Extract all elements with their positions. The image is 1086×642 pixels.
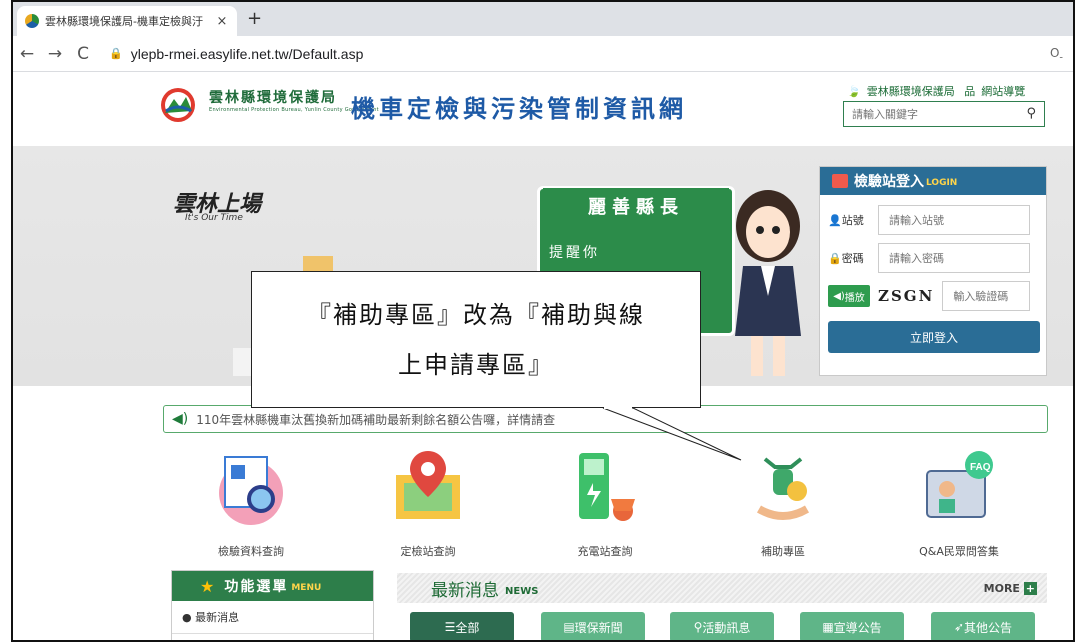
svg-text:FAQ: FAQ xyxy=(970,462,991,473)
browser-tabbar: 雲林縣環境保護局-機車定檢與汙 × + xyxy=(13,2,1073,36)
more-link[interactable]: MORE + xyxy=(984,581,1037,595)
agency-logo-icon[interactable] xyxy=(158,87,204,123)
new-tab-button[interactable]: + xyxy=(247,8,262,29)
key-icon[interactable]: O- xyxy=(1050,46,1063,63)
quick-link-inspection-data[interactable]: 檢驗資料查詢 xyxy=(191,449,311,559)
charging-station-icon xyxy=(579,453,635,521)
back-arrow-icon[interactable]: ← xyxy=(13,44,41,64)
document-search-icon xyxy=(219,456,283,525)
quick-link-label: 定檢站查詢 xyxy=(400,545,456,558)
faq-icon: FAQ xyxy=(926,451,993,518)
captcha-input[interactable] xyxy=(942,281,1031,311)
login-title: 檢驗站登入 xyxy=(854,174,924,190)
station-input[interactable] xyxy=(878,205,1030,235)
banner-slogan-english: It's Our Time xyxy=(185,213,243,223)
password-label: 🔒密碼 xyxy=(828,252,864,265)
header-link-agency[interactable]: 雲林縣環境保護局 xyxy=(867,85,955,98)
captcha-image: ZSGN xyxy=(878,287,935,305)
site-favicon-icon xyxy=(25,14,39,28)
sitemap-icon: 品 xyxy=(964,85,976,98)
reload-icon[interactable]: C xyxy=(69,44,97,64)
browser-toolbar: ← → C 🔒 ylepb-rmei.easylife.net.tw/Defau… xyxy=(13,36,1073,72)
announcement-marquee[interactable]: ◀) 110年雲林縣機車汰舊換新加碼補助最新剩餘名額公告囉，詳情請查 xyxy=(163,405,1048,433)
password-input[interactable] xyxy=(878,243,1030,273)
play-captcha-button[interactable]: ◀) 播放 xyxy=(828,285,870,307)
header-links: 🍃 雲林縣環境保護局 品網站導覽 xyxy=(847,83,1031,99)
login-title-en: LOGIN xyxy=(926,177,958,188)
search-icon[interactable]: ⚲ xyxy=(1026,106,1036,121)
quick-link-label: Q&A民眾問答集 xyxy=(919,545,999,558)
screenshot-frame: 雲林縣環境保護局-機車定檢與汙 × + ← → C 🔒 ylepb-rmei.e… xyxy=(11,0,1075,642)
map-pin-icon xyxy=(396,451,460,519)
tab-title: 雲林縣環境保護局-機車定檢與汙 xyxy=(45,15,203,28)
road-sign-title: 麗善縣長 xyxy=(543,188,729,228)
search-input[interactable] xyxy=(844,102,1014,126)
news-tab-env-news[interactable]: ▤ 環保新聞 xyxy=(541,612,645,640)
password-row: 🔒密碼 xyxy=(828,243,1030,273)
station-icon xyxy=(832,174,848,188)
announcement-text[interactable]: 110年雲林縣機車汰舊換新加碼補助最新剩餘名額公告囉，詳情請查 xyxy=(196,411,555,428)
lock-icon[interactable]: 🔒 xyxy=(109,47,123,60)
leaf-icon: 🍃 xyxy=(847,85,861,98)
forward-arrow-icon[interactable]: → xyxy=(41,44,69,64)
header-link-sitemap[interactable]: 網站導覽 xyxy=(981,85,1025,98)
login-button[interactable]: 立即登入 xyxy=(828,321,1040,353)
browser-tab[interactable]: 雲林縣環境保護局-機車定檢與汙 × xyxy=(17,6,237,36)
login-header: 檢驗站登入 LOGIN xyxy=(820,167,1046,195)
news-header: 最新消息 NEWS MORE + xyxy=(397,573,1047,603)
quick-link-charging-station[interactable]: 充電站查詢 xyxy=(545,449,665,559)
star-icon: ★ xyxy=(200,576,217,596)
callout-line-1: 『補助專區』改為『補助與線 xyxy=(307,300,645,329)
site-title[interactable]: 機車定檢與污染管制資訊網 xyxy=(351,89,687,124)
news-tab-announcements[interactable]: ▦ 宣導公告 xyxy=(800,612,904,640)
news-tab-events[interactable]: ⚲ 活動訊息 xyxy=(670,612,774,640)
quick-link-faq[interactable]: FAQ Q&A民眾問答集 xyxy=(899,449,1019,559)
menu-item-latest-news[interactable]: ● 最新消息 xyxy=(172,601,373,634)
news-title: 最新消息 xyxy=(431,580,499,601)
quick-link-label: 充電站查詢 xyxy=(577,545,633,558)
callout-line-2: 上申請專區』 xyxy=(398,350,554,379)
news-tab-other[interactable]: ➶ 其他公告 xyxy=(931,612,1035,640)
function-menu: ★ 功能選單 MENU ● 最新消息 xyxy=(171,570,374,640)
speaker-icon: ◀) xyxy=(172,411,189,427)
mascot-illustration xyxy=(735,190,801,376)
news-tab-all[interactable]: ☰ 全部 xyxy=(410,612,514,640)
annotation-callout: 『補助專區』改為『補助與線 上申請專區』 xyxy=(251,271,701,408)
quick-link-subsidy[interactable]: 補助專區 xyxy=(723,449,843,559)
login-panel: 檢驗站登入 LOGIN 👤站號 🔒密碼 ◀)播放 ZSGN 立即登入 xyxy=(819,166,1047,376)
tab-close-icon[interactable]: × xyxy=(215,14,229,29)
quick-link-label: 檢驗資料查詢 xyxy=(218,545,284,558)
subsidy-scooter-icon xyxy=(756,457,810,520)
captcha-row: ◀) 播放 ZSGN xyxy=(828,281,1031,311)
station-row: 👤站號 xyxy=(828,205,1030,235)
quick-link-station-search[interactable]: 定檢站查詢 xyxy=(368,449,488,559)
site-search: ⚲ xyxy=(843,101,1045,127)
news-title-en: NEWS xyxy=(505,585,539,597)
address-bar[interactable]: ylepb-rmei.easylife.net.tw/Default.asp xyxy=(131,46,364,62)
quick-link-label: 補助專區 xyxy=(761,545,805,558)
function-menu-header: ★ 功能選單 MENU xyxy=(172,571,373,601)
station-label: 👤站號 xyxy=(828,214,864,227)
road-sign-text: 提醒你 xyxy=(549,245,600,261)
